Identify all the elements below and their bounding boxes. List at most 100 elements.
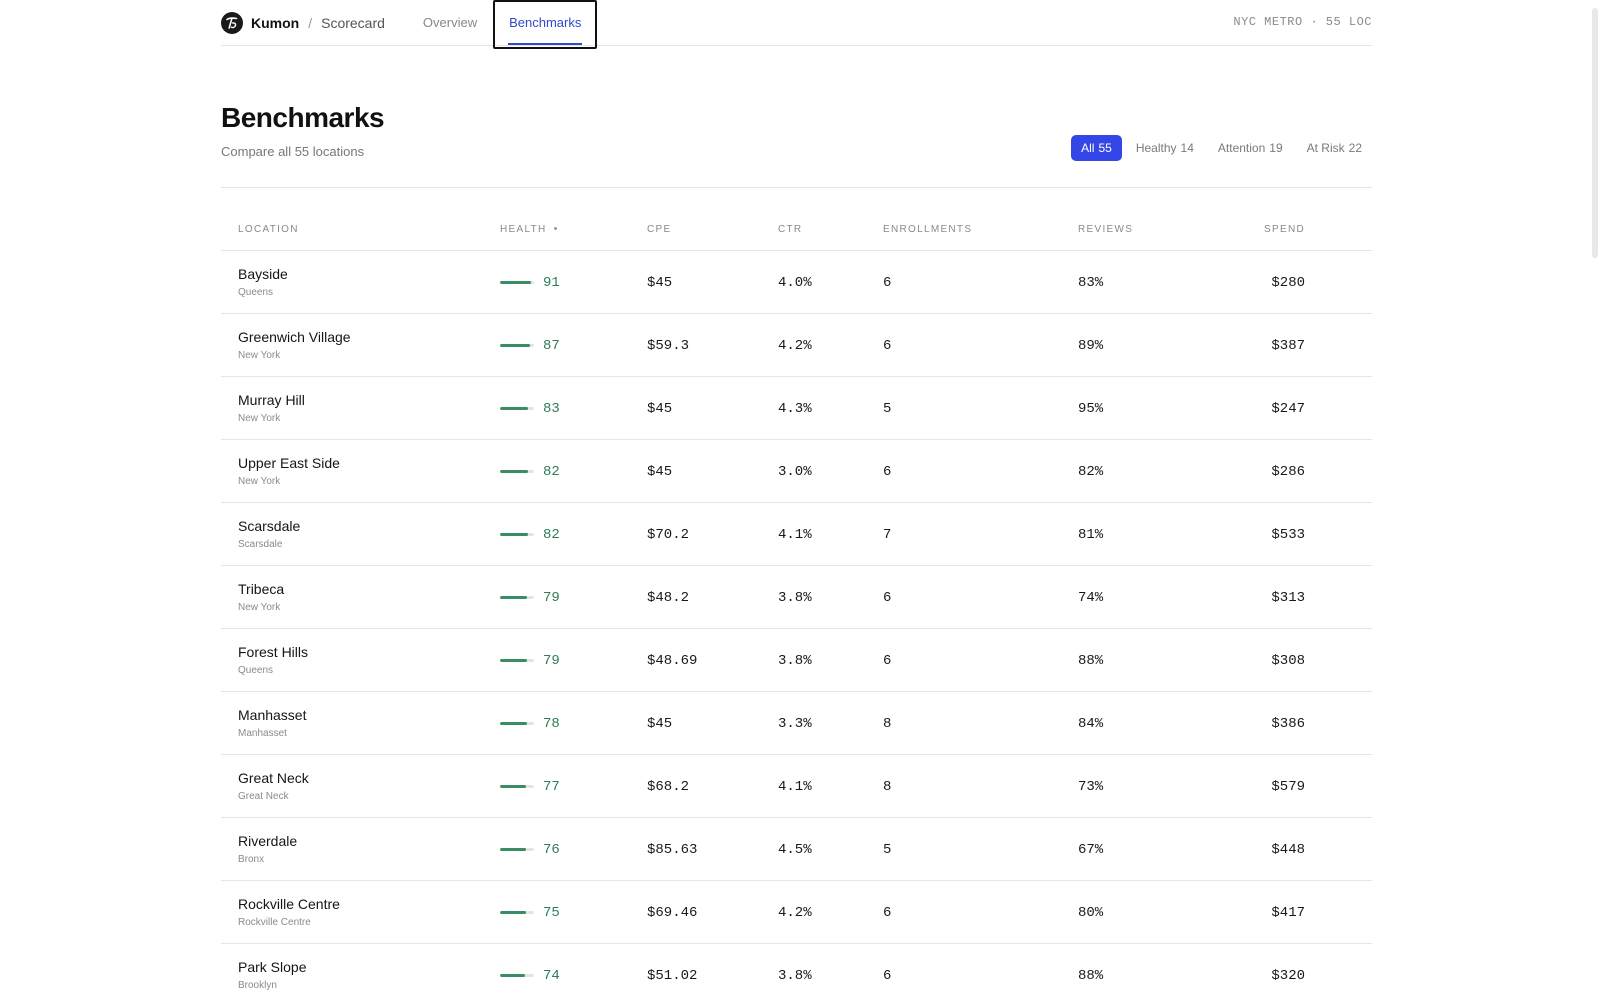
health-value: 74 — [543, 967, 560, 984]
location-name[interactable]: Upper East Side — [238, 455, 340, 471]
filter-all[interactable]: All 55 — [1071, 135, 1122, 161]
cpe-value: $48.69 — [647, 652, 698, 669]
location-area: Scarsdale — [238, 539, 283, 550]
tab-overview[interactable]: Overview — [423, 0, 487, 46]
health-bar-fill — [500, 785, 527, 788]
health-bar-fill — [500, 911, 526, 914]
health-bar — [500, 533, 534, 536]
ctr-value: 3.0% — [778, 463, 812, 480]
health-value: 75 — [543, 904, 560, 921]
health-score: 83 — [500, 377, 560, 440]
enrollments-value: 5 — [883, 841, 892, 858]
location-area: Brooklyn — [238, 980, 277, 991]
cpe-value: $51.02 — [647, 967, 698, 984]
health-score: 79 — [500, 629, 560, 692]
cpe-value: $70.2 — [647, 526, 690, 543]
column-header-spend[interactable]: SPEND — [1264, 224, 1305, 235]
cpe-value: $45 — [647, 274, 673, 291]
ctr-value: 4.0% — [778, 274, 812, 291]
table-row[interactable]: Rockville Centre Rockville Centre 75 $69.46… — [221, 881, 1372, 944]
health-score: 82 — [500, 440, 560, 503]
location-name[interactable]: Forest Hills — [238, 644, 308, 660]
top-navigation: Kumon / Scorecard Overview Benchmarks NY… — [221, 0, 1372, 49]
health-bar-fill — [500, 659, 527, 662]
column-header-location[interactable]: LOCATION — [238, 224, 299, 235]
table-body: Bayside Queens 91 $45 4.0% 6 83% $280 Greenwich … — [221, 251, 1372, 1000]
location-name[interactable]: Murray Hill — [238, 392, 305, 408]
cpe-value: $45 — [647, 463, 673, 480]
enrollments-value: 6 — [883, 589, 892, 606]
column-header-reviews[interactable]: REVIEWS — [1078, 224, 1133, 235]
table-row[interactable]: Greenwich Village New York 87 $59.3 4.2% 6 89%… — [221, 314, 1372, 377]
health-bar — [500, 344, 534, 347]
reviews-value: 73% — [1078, 778, 1104, 795]
column-header-enrollments[interactable]: ENROLLMENTS — [883, 224, 972, 235]
location-name[interactable]: Riverdale — [238, 833, 297, 849]
table-row[interactable]: Murray Hill New York 83 $45 4.3% 5 95% $247 — [221, 377, 1372, 440]
table-row[interactable]: Bayside Queens 91 $45 4.0% 6 83% $280 — [221, 251, 1372, 314]
table-row[interactable]: Upper East Side New York 82 $45 3.0% 6 82% $286 — [221, 440, 1372, 503]
location-name[interactable]: Bayside — [238, 266, 288, 282]
ctr-value: 4.5% — [778, 841, 812, 858]
location-area: Great Neck — [238, 791, 289, 802]
column-header-health[interactable]: HEALTH — [500, 224, 557, 235]
ctr-value: 3.8% — [778, 967, 812, 984]
health-value: 87 — [543, 337, 560, 354]
spend-value: $313 — [1271, 589, 1305, 606]
filter-all-label: All — [1081, 141, 1095, 155]
breadcrumb-scorecard[interactable]: Scorecard — [321, 15, 385, 31]
location-area: Rockville Centre — [238, 917, 311, 928]
reviews-value: 80% — [1078, 904, 1104, 921]
table-row[interactable]: Forest Hills Queens 79 $48.69 3.8% 6 88% $308 — [221, 629, 1372, 692]
column-header-cpe[interactable]: CPE — [647, 224, 671, 235]
table-row[interactable]: Riverdale Bronx 76 $85.63 4.5% 5 67% $448 — [221, 818, 1372, 881]
filter-at-risk[interactable]: At Risk 22 — [1297, 135, 1372, 161]
cpe-value: $48.2 — [647, 589, 690, 606]
health-bar-fill — [500, 722, 527, 725]
column-header-health-label: HEALTH — [500, 224, 547, 235]
tab-benchmarks[interactable]: Benchmarks — [493, 0, 598, 49]
location-name[interactable]: Scarsdale — [238, 518, 300, 534]
health-bar — [500, 470, 534, 473]
table-row[interactable]: Scarsdale Scarsdale 82 $70.2 4.1% 7 81% $533 — [221, 503, 1372, 566]
spend-value: $417 — [1271, 904, 1305, 921]
cpe-value: $85.63 — [647, 841, 698, 858]
reviews-value: 89% — [1078, 337, 1104, 354]
health-value: 82 — [543, 526, 560, 543]
column-header-ctr[interactable]: CTR — [778, 224, 802, 235]
location-area: New York — [238, 413, 281, 424]
health-bar-fill — [500, 533, 528, 536]
health-bar-fill — [500, 344, 530, 347]
health-bar-fill — [500, 596, 527, 599]
health-score: 79 — [500, 566, 560, 629]
spend-value: $533 — [1271, 526, 1305, 543]
location-name[interactable]: Greenwich Village — [238, 329, 351, 345]
location-name[interactable]: Rockville Centre — [238, 896, 340, 912]
location-name[interactable]: Great Neck — [238, 770, 309, 786]
location-name[interactable]: Park Slope — [238, 959, 306, 975]
table-row[interactable]: Great Neck Great Neck 77 $68.2 4.1% 8 73% $579 — [221, 755, 1372, 818]
ctr-value: 3.8% — [778, 652, 812, 669]
table-row[interactable]: Tribeca New York 79 $48.2 3.8% 6 74% $313 — [221, 566, 1372, 629]
table-row[interactable]: Manhasset Manhasset 78 $45 3.3% 8 84% $386 — [221, 692, 1372, 755]
location-name[interactable]: Manhasset — [238, 707, 306, 723]
enrollments-value: 7 — [883, 526, 892, 543]
spend-value: $247 — [1271, 400, 1305, 417]
cpe-value: $68.2 — [647, 778, 690, 795]
reviews-value: 81% — [1078, 526, 1104, 543]
status-filter-group: All 55 Healthy 14 Attention 19 At Risk 2… — [1071, 135, 1372, 161]
location-name[interactable]: Tribeca — [238, 581, 284, 597]
ctr-value: 4.1% — [778, 778, 812, 795]
table-row[interactable]: Park Slope Brooklyn 74 $51.02 3.8% 6 88% $320 — [221, 944, 1372, 1000]
filter-attention[interactable]: Attention 19 — [1208, 135, 1293, 161]
health-bar — [500, 848, 534, 851]
page-scrollbar[interactable] — [1588, 0, 1600, 1000]
enrollments-value: 5 — [883, 400, 892, 417]
scrollbar-thumb[interactable] — [1592, 8, 1598, 258]
sort-indicator-icon — [553, 226, 557, 230]
filter-healthy[interactable]: Healthy 14 — [1126, 135, 1204, 161]
health-value: 83 — [543, 400, 560, 417]
enrollments-value: 6 — [883, 652, 892, 669]
brand[interactable]: Kumon — [221, 0, 299, 46]
health-bar — [500, 785, 534, 788]
